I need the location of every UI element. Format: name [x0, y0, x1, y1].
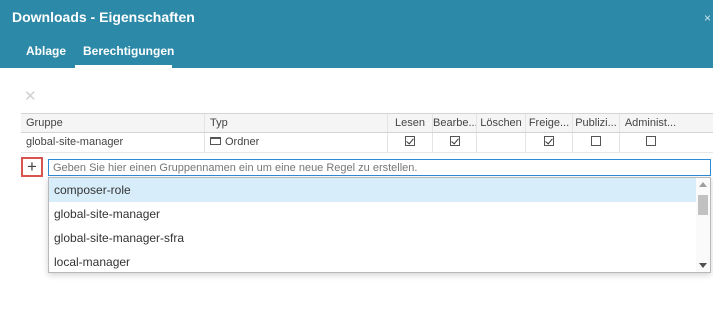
- checkbox-lesen[interactable]: [405, 136, 415, 147]
- folder-icon: [210, 137, 221, 146]
- table-row[interactable]: global-site-manager Ordner: [21, 133, 713, 153]
- column-header-typ[interactable]: Typ: [205, 114, 388, 132]
- suggestion-item[interactable]: global-site-manager-sfra: [49, 226, 697, 250]
- suggestion-item[interactable]: composer-role: [49, 178, 697, 202]
- scroll-thumb[interactable]: [698, 195, 708, 215]
- group-suggestion-list: composer-role global-site-manager global…: [48, 177, 711, 273]
- checkbox-publizieren[interactable]: [591, 136, 601, 147]
- checkbox-bearbeiten[interactable]: [449, 136, 460, 147]
- tab-ablage[interactable]: Ablage: [26, 44, 66, 58]
- suggestion-item[interactable]: global-site-manager: [49, 202, 697, 226]
- cell-freigeben: [526, 133, 573, 152]
- close-icon[interactable]: ×: [704, 11, 711, 25]
- checkbox-freigeben[interactable]: [544, 136, 554, 147]
- suggestion-scrollbar[interactable]: [696, 178, 710, 272]
- dialog-header: Downloads - Eigenschaften × Ablage Berec…: [0, 0, 713, 68]
- checkbox-administrieren[interactable]: [645, 136, 656, 147]
- column-header-administrieren[interactable]: Administ...: [620, 114, 681, 132]
- add-rule-button[interactable]: +: [21, 157, 43, 177]
- cell-gruppe: global-site-manager: [21, 133, 205, 152]
- cell-loeschen: [477, 133, 526, 152]
- cell-typ: Ordner: [205, 133, 388, 152]
- cell-publizieren: [573, 133, 620, 152]
- cell-bearbeiten: [433, 133, 477, 152]
- cell-lesen: [388, 133, 433, 152]
- dialog-title: Downloads - Eigenschaften: [12, 9, 195, 25]
- column-header-bearbeiten[interactable]: Bearbe...: [433, 114, 477, 132]
- suggestion-item[interactable]: local-manager: [49, 250, 697, 274]
- column-header-lesen[interactable]: Lesen: [388, 114, 433, 132]
- table-header-row: Gruppe Typ Lesen Bearbe... Löschen Freig…: [21, 113, 713, 133]
- column-header-gruppe[interactable]: Gruppe: [21, 114, 205, 132]
- active-tab-indicator: [75, 65, 172, 68]
- scroll-up-arrow-icon[interactable]: [699, 182, 707, 187]
- group-name-input[interactable]: [48, 159, 711, 176]
- column-header-loeschen[interactable]: Löschen: [477, 114, 526, 132]
- cell-typ-label: Ordner: [225, 136, 260, 148]
- delete-rule-icon[interactable]: ✕: [24, 87, 37, 105]
- tab-berechtigungen[interactable]: Berechtigungen: [83, 44, 174, 58]
- scroll-down-arrow-icon[interactable]: [699, 263, 707, 268]
- column-header-publizieren[interactable]: Publizi...: [573, 114, 620, 132]
- column-header-freigeben[interactable]: Freige...: [526, 114, 573, 132]
- cell-administrieren: [620, 133, 681, 152]
